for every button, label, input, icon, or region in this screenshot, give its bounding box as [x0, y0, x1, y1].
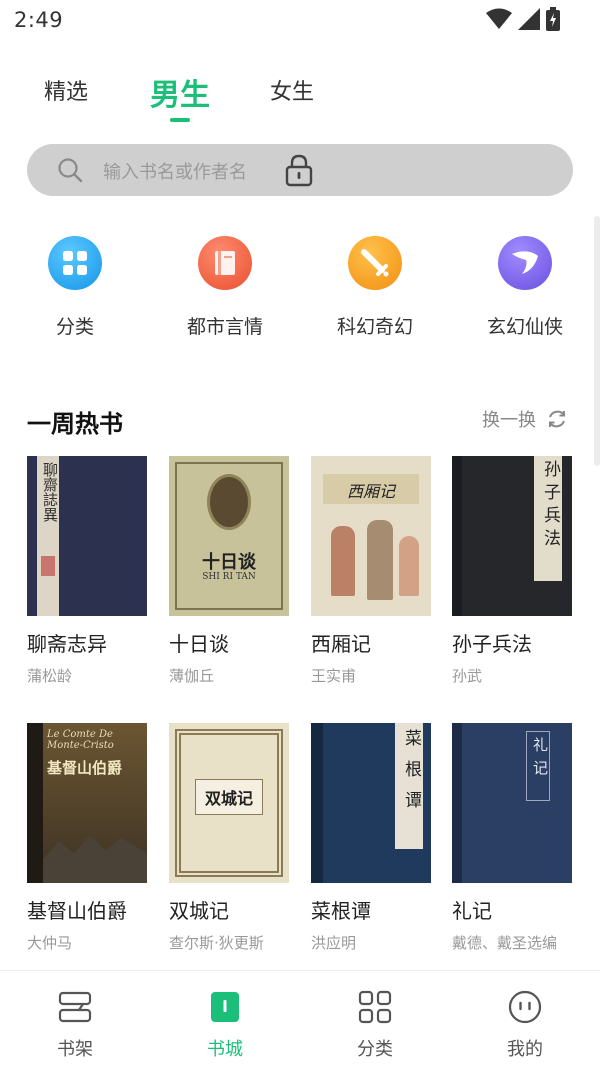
category-urban-romance[interactable]: 都市言情	[165, 236, 285, 339]
category-label: 玄幻仙侠	[486, 316, 563, 338]
status-time: 2:49	[14, 8, 64, 32]
tab-female[interactable]: 女生	[270, 74, 314, 106]
active-tab-indicator	[170, 118, 190, 122]
grid-icon	[48, 236, 102, 290]
book-title: 礼记	[452, 899, 492, 923]
book-card[interactable]: 孙子兵法 孙子兵法 孙武	[452, 456, 574, 686]
refresh-icon	[549, 410, 565, 428]
book-title: 聊斋志异	[27, 632, 107, 656]
nav-label: 书城	[207, 1039, 243, 1060]
book-title: 双城记	[169, 899, 229, 923]
cover-title: 菜根谭	[401, 729, 421, 822]
book-cover: 聊齋誌異	[27, 456, 147, 616]
top-tabs: 精选 男生 女生	[0, 70, 600, 130]
book-title: 西厢记	[311, 632, 371, 656]
section-title: 一周热书	[27, 410, 123, 438]
tab-male[interactable]: 男生	[150, 70, 210, 114]
refresh-button[interactable]: 换一换	[482, 406, 568, 432]
status-icons	[486, 7, 560, 31]
book-icon	[198, 236, 252, 290]
cover-title: 基督山伯爵	[47, 759, 123, 777]
book-author: 查尔斯·狄更斯	[169, 934, 264, 952]
sword-icon	[348, 236, 402, 290]
book-title: 十日谈	[169, 632, 229, 656]
cover-title: 双城记	[204, 789, 253, 808]
book-author: 蒲松龄	[27, 667, 73, 685]
category-xuanhuan-xianxia[interactable]: 玄幻仙侠	[465, 236, 585, 339]
bookshelf-icon	[58, 991, 92, 1023]
scrollbar[interactable]	[594, 216, 600, 466]
category-all[interactable]: 分类	[15, 236, 135, 339]
status-bar: 2:49	[0, 0, 600, 40]
book-title: 菜根谭	[311, 899, 371, 923]
cover-subtitle: Le Comte De Monte-Cristo	[47, 729, 114, 751]
nav-label: 书架	[57, 1039, 93, 1060]
wing-icon	[498, 236, 552, 290]
book-card[interactable]: 聊齋誌異 聊斋志异 蒲松龄	[27, 456, 149, 686]
book-card[interactable]: 礼记 礼记 戴德、戴圣选编	[452, 723, 574, 953]
cover-title: 十日谈	[202, 552, 256, 573]
category-label: 分类	[55, 316, 94, 338]
search-bar[interactable]: 输入书名或作者名	[27, 144, 573, 196]
tab-featured[interactable]: 精选	[44, 74, 88, 106]
nav-bookshelf[interactable]: 书架	[25, 989, 125, 1061]
profile-icon	[508, 990, 542, 1024]
wifi-icon	[486, 8, 512, 29]
book-cover: 孙子兵法	[452, 456, 572, 616]
nav-label: 我的	[507, 1039, 543, 1060]
book-card[interactable]: 西厢记 西厢记 王实甫	[311, 456, 433, 686]
book-cover: 双城记	[169, 723, 289, 883]
book-author: 大仲马	[27, 934, 73, 952]
signal-icon	[518, 8, 540, 30]
nav-bookstore[interactable]: 书城	[175, 989, 275, 1061]
book-author: 薄伽丘	[169, 667, 215, 685]
book-cover: 菜根谭	[311, 723, 431, 883]
nav-category[interactable]: 分类	[325, 989, 425, 1061]
book-card[interactable]: Le Comte De Monte-Cristo 基督山伯爵 基督山伯爵 大仲马	[27, 723, 149, 953]
book-author: 王实甫	[311, 667, 357, 685]
search-icon	[58, 158, 83, 183]
book-card[interactable]: 菜根谭 菜根谭 洪应明	[311, 723, 433, 953]
cover-subtitle: SHI RI TAN	[202, 572, 256, 582]
book-author: 孙武	[452, 667, 483, 685]
refresh-label: 换一换	[482, 410, 536, 431]
book-cover: 十日谈 SHI RI TAN	[169, 456, 289, 616]
category-shortcuts: 分类 都市言情 科幻奇幻 玄幻仙侠	[0, 236, 600, 346]
category-label: 科幻奇幻	[336, 316, 413, 338]
category-scifi-fantasy[interactable]: 科幻奇幻	[315, 236, 435, 339]
book-cover: 西厢记	[311, 456, 431, 616]
category-grid-icon	[358, 990, 392, 1024]
lock-icon	[285, 154, 313, 187]
bookstore-icon	[211, 992, 239, 1022]
book-title: 孙子兵法	[452, 632, 532, 656]
book-cover: 礼记	[452, 723, 572, 883]
book-card[interactable]: 双城记 双城记 查尔斯·狄更斯	[169, 723, 291, 953]
cover-title: 聊齋誌異	[41, 462, 59, 522]
category-label: 都市言情	[186, 316, 263, 338]
book-author: 戴德、戴圣选编	[452, 934, 558, 952]
search-input[interactable]: 输入书名或作者名	[103, 158, 247, 184]
book-author: 洪应明	[311, 934, 357, 952]
cover-title: 西厢记	[346, 482, 395, 501]
book-title: 基督山伯爵	[27, 899, 127, 923]
bottom-nav: 书架 书城 分类 我的	[0, 970, 600, 1066]
nav-label: 分类	[357, 1039, 393, 1060]
cover-title: 孙子兵法	[540, 460, 560, 552]
book-cover: Le Comte De Monte-Cristo 基督山伯爵	[27, 723, 147, 883]
cover-title: 礼记	[531, 737, 549, 783]
nav-profile[interactable]: 我的	[475, 989, 575, 1061]
book-card[interactable]: 十日谈 SHI RI TAN 十日谈 薄伽丘	[169, 456, 291, 686]
battery-icon	[546, 7, 560, 31]
